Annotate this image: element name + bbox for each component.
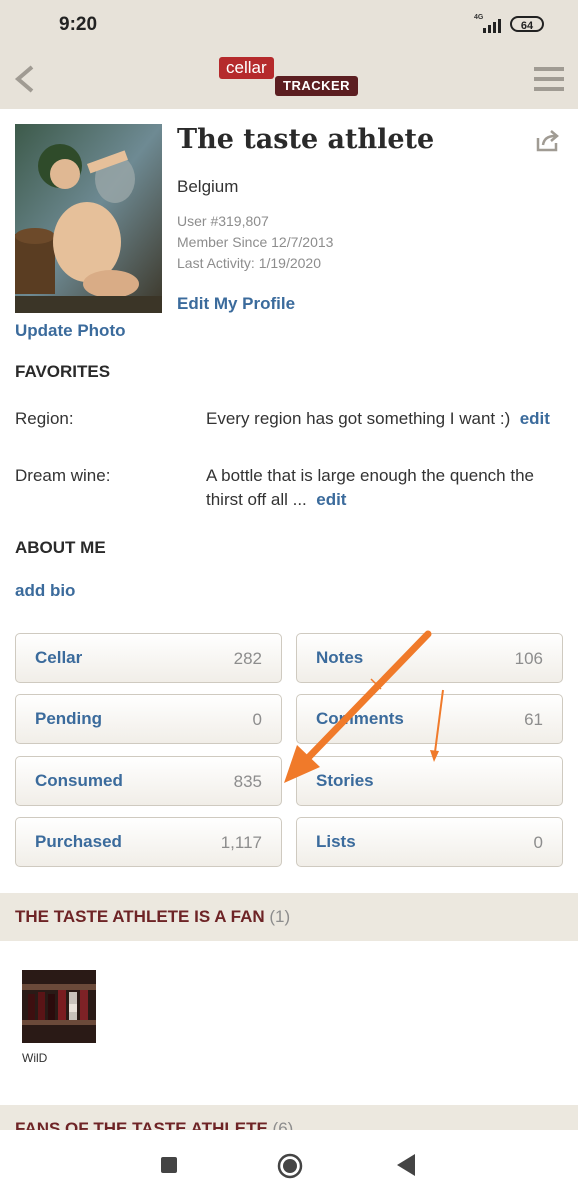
- stat-label: Pending: [35, 709, 103, 728]
- dream-wine-value: A bottle that is large enough the quench…: [206, 464, 556, 512]
- back-arrow-icon[interactable]: [12, 64, 38, 94]
- profile-country: Belgium: [177, 177, 239, 196]
- status-time: 9:20: [59, 14, 98, 35]
- battery-icon: 64: [510, 16, 544, 32]
- stat-count: 835: [233, 772, 262, 791]
- share-icon[interactable]: [536, 130, 560, 152]
- region-value: Every region has got something I want :)…: [206, 407, 556, 431]
- stat-label: Lists: [316, 832, 356, 851]
- stat-label: Notes: [316, 648, 364, 667]
- fan-avatar[interactable]: [22, 970, 96, 1043]
- profile-photo: [15, 124, 162, 313]
- region-edit-link[interactable]: edit: [520, 409, 550, 428]
- dream-wine-text: A bottle that is large enough the quench…: [206, 466, 534, 509]
- stat-count: 106: [514, 649, 543, 668]
- hamburger-menu-icon[interactable]: [534, 67, 564, 91]
- stat-count: 0: [252, 710, 262, 729]
- stat-notes-button[interactable]: Notes 106: [296, 633, 563, 683]
- logo-bottom-text: TRACKER: [275, 76, 359, 96]
- dream-wine-label: Dream wine:: [15, 466, 111, 485]
- region-text: Every region has got something I want :): [206, 409, 511, 428]
- stat-label: Purchased: [35, 832, 122, 851]
- dream-wine-edit-link[interactable]: edit: [316, 490, 346, 509]
- stat-consumed-button[interactable]: Consumed 835: [15, 756, 282, 806]
- stat-label: Cellar: [35, 648, 83, 667]
- home-circle-icon[interactable]: [277, 1153, 303, 1179]
- back-triangle-icon[interactable]: [397, 1154, 415, 1176]
- stat-purchased-button[interactable]: Purchased 1,117: [15, 817, 282, 867]
- add-bio-link[interactable]: add bio: [15, 581, 75, 601]
- fan-name[interactable]: WilD: [22, 1051, 47, 1065]
- fan-section-title-text: THE TASTE ATHLETE IS A FAN: [15, 907, 265, 926]
- signal-icon: 4G: [474, 14, 504, 33]
- stat-stories-button[interactable]: Stories: [296, 756, 563, 806]
- update-photo-link[interactable]: Update Photo: [15, 321, 126, 341]
- status-bar: 9:20 4G 64: [0, 0, 578, 50]
- stat-lists-button[interactable]: Lists 0: [296, 817, 563, 867]
- profile-name: The taste athlete: [177, 124, 435, 155]
- stat-comments-button[interactable]: Comments 61: [296, 694, 563, 744]
- system-nav-bar: [0, 1130, 578, 1200]
- stat-count: 1,117: [220, 833, 262, 852]
- cellartracker-logo[interactable]: cellar TRACKER: [219, 55, 359, 101]
- region-label: Region:: [15, 409, 74, 428]
- stat-cellar-button[interactable]: Cellar 282: [15, 633, 282, 683]
- network-type: 4G: [474, 14, 484, 21]
- stat-count: 0: [533, 833, 543, 852]
- fan-section-count: (1): [269, 907, 291, 926]
- member-since: Member Since 12/7/2013: [177, 234, 334, 250]
- logo-top-text: cellar: [219, 57, 274, 79]
- app-header: cellar TRACKER: [0, 50, 578, 109]
- favorites-heading: FAVORITES: [15, 362, 111, 381]
- stat-label: Stories: [316, 771, 374, 790]
- last-activity: Last Activity: 1/19/2020: [177, 255, 321, 271]
- stat-pending-button[interactable]: Pending 0: [15, 694, 282, 744]
- stat-count: 282: [233, 649, 262, 668]
- stat-label: Comments: [316, 709, 404, 728]
- fan-section-header: THE TASTE ATHLETE IS A FAN (1): [0, 893, 578, 941]
- stat-label: Consumed: [35, 771, 123, 790]
- user-number: User #319,807: [177, 213, 269, 229]
- stat-count: 61: [524, 710, 543, 729]
- square-nav-icon[interactable]: [161, 1157, 177, 1173]
- edit-profile-link[interactable]: Edit My Profile: [177, 294, 295, 314]
- about-heading: ABOUT ME: [15, 538, 106, 557]
- fan-section-title: THE TASTE ATHLETE IS A FAN (1): [15, 907, 290, 927]
